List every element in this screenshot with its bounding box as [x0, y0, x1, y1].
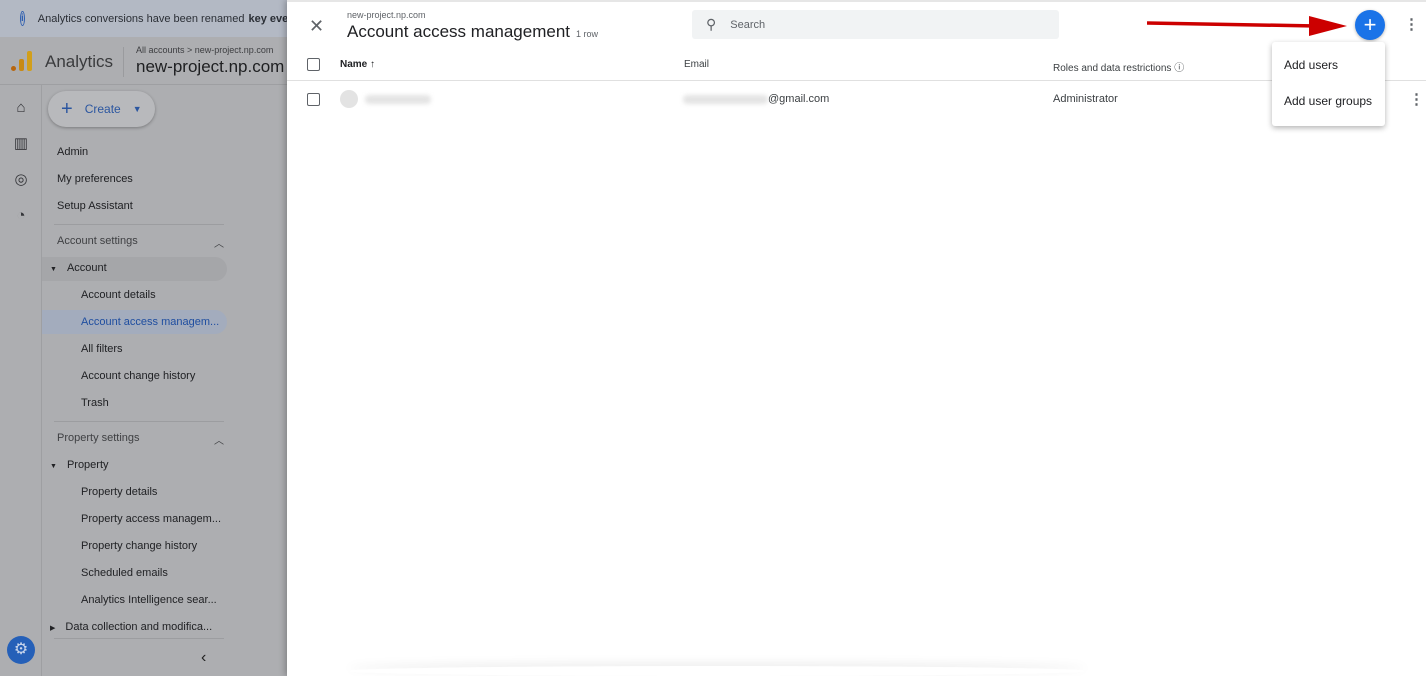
home-icon[interactable]: ⌂	[12, 99, 30, 117]
nav-property[interactable]: ▼ Property	[50, 459, 109, 471]
caret-down-icon: ▼	[132, 104, 142, 114]
app-name: Analytics	[45, 52, 114, 71]
section-label: Property settings	[57, 432, 140, 444]
table-header: Name ↑ Email Roles and data restrictions…	[287, 48, 1426, 81]
add-menu: Add users Add user groups	[1272, 42, 1385, 126]
divider	[54, 421, 224, 422]
red-arrow-annotation	[1147, 16, 1347, 36]
section-label: Account settings	[57, 235, 138, 247]
column-email[interactable]: Email	[684, 59, 709, 70]
add-button[interactable]: +	[1355, 10, 1385, 40]
column-roles: Roles and data restrictions ⓘ	[1053, 59, 1184, 74]
info-icon: i	[20, 11, 25, 26]
nav-label: Property	[66, 459, 109, 471]
redacted-email	[683, 95, 768, 104]
app-header: Analytics All accounts > new-project.np.…	[0, 37, 287, 85]
nav-label: Account	[66, 262, 107, 274]
menu-add-user-groups[interactable]: Add user groups	[1284, 94, 1372, 108]
plus-icon: +	[61, 98, 73, 120]
caret-down-icon: ▼	[50, 266, 57, 273]
advertising-icon[interactable]: ◔	[12, 207, 30, 225]
banner-text: Analytics conversions have been renamed	[37, 12, 245, 25]
row-more-icon[interactable]: ⋮	[1409, 92, 1424, 107]
nav-setup-assistant[interactable]: Setup Assistant	[57, 200, 133, 212]
shadow	[347, 666, 1087, 676]
redacted-name	[365, 95, 431, 104]
column-name[interactable]: Name ↑	[340, 59, 375, 70]
chevron-up-icon: ︿	[214, 436, 224, 447]
row-count: 1 row	[576, 29, 599, 39]
create-label: Create	[84, 102, 121, 116]
panel-title: Account access management 1 row	[347, 22, 598, 42]
caret-right-icon: ▶	[50, 625, 56, 632]
nav-account-details[interactable]: Account details	[81, 289, 156, 301]
divider	[54, 224, 224, 225]
nav-property-change-history[interactable]: Property change history	[81, 540, 197, 552]
role-cell: Administrator	[1053, 93, 1118, 105]
nav-account[interactable]: ▼ Account	[50, 262, 107, 274]
nav-rail: ⌂ ▥ ◎ ◔	[0, 85, 42, 676]
search-placeholder: Search	[730, 18, 766, 31]
admin-gear-icon[interactable]: ⚙	[7, 636, 35, 664]
property-selector[interactable]: new-project.np.com	[136, 57, 284, 77]
nav-account-change-history[interactable]: Account change history	[81, 370, 195, 382]
select-all-checkbox[interactable]	[307, 58, 320, 71]
caret-down-icon: ▼	[50, 463, 57, 470]
menu-add-users[interactable]: Add users	[1284, 58, 1338, 72]
analytics-logo-icon	[11, 51, 33, 71]
notice-banner: i Analytics conversions have been rename…	[0, 0, 287, 37]
panel-subtitle: new-project.np.com	[347, 10, 426, 20]
account-access-panel: ✕ new-project.np.com Account access mana…	[287, 0, 1426, 676]
nav-admin[interactable]: Admin	[57, 146, 88, 158]
nav-data-collection[interactable]: ▶ Data collection and modifica...	[50, 621, 212, 633]
nav-label: Data collection and modifica...	[65, 621, 213, 633]
explore-icon[interactable]: ◎	[12, 171, 30, 189]
more-options-icon[interactable]: ⋮	[1404, 17, 1419, 32]
search-input[interactable]: ⚲ Search	[692, 10, 1059, 39]
create-button[interactable]: + Create ▼	[48, 91, 155, 127]
search-icon: ⚲	[706, 16, 717, 32]
table-row[interactable]: @gmail.com Administrator ⋮	[287, 82, 1426, 116]
chevron-up-icon: ︿	[214, 239, 224, 250]
reports-icon[interactable]: ▥	[12, 135, 30, 153]
column-label: Name	[340, 59, 368, 70]
nav-scheduled-emails[interactable]: Scheduled emails	[81, 567, 168, 579]
divider	[54, 638, 224, 639]
avatar	[340, 90, 358, 108]
nav-account-access-management[interactable]: Account access managem...	[81, 316, 219, 328]
column-label: Roles and data restrictions	[1053, 63, 1172, 74]
row-checkbox[interactable]	[307, 93, 320, 106]
nav-all-filters[interactable]: All filters	[81, 343, 123, 355]
email-cell: @gmail.com	[768, 93, 830, 105]
account-settings-header[interactable]: Account settings ︿	[42, 235, 224, 250]
property-settings-header[interactable]: Property settings ︿	[42, 432, 224, 447]
title-text: Account access management	[347, 22, 571, 41]
nav-analytics-intelligence[interactable]: Analytics Intelligence sear...	[81, 594, 217, 606]
nav-property-access-management[interactable]: Property access managem...	[81, 513, 221, 525]
nav-my-preferences[interactable]: My preferences	[57, 173, 133, 185]
nav-property-details[interactable]: Property details	[81, 486, 157, 498]
nav-trash[interactable]: Trash	[81, 397, 109, 409]
collapse-nav-icon[interactable]: ‹	[201, 649, 206, 667]
divider	[123, 47, 124, 77]
sort-ascending-icon: ↑	[370, 59, 376, 70]
breadcrumb[interactable]: All accounts > new-project.np.com	[136, 45, 273, 55]
help-icon[interactable]: ⓘ	[1174, 63, 1184, 74]
close-icon[interactable]: ✕	[309, 16, 324, 37]
banner-bold: key eve	[248, 12, 287, 25]
